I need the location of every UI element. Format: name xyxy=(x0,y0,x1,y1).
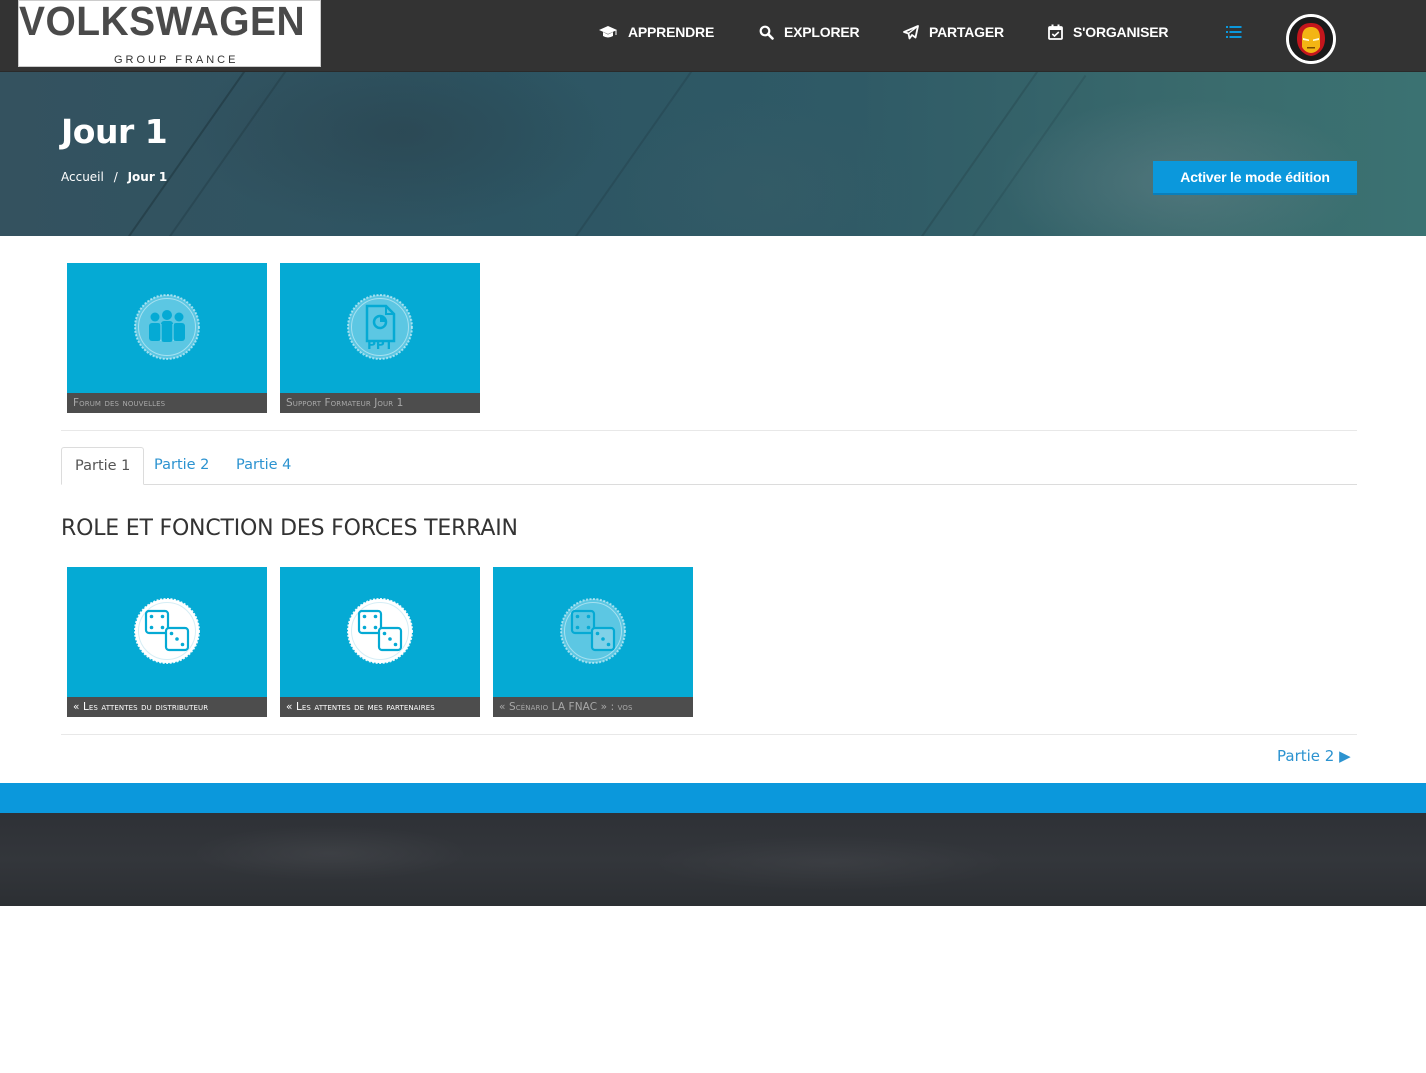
nav-item-partager[interactable]: PARTAGER xyxy=(903,22,1004,42)
page-header-banner: Jour 1 Accueil / Jour 1 Activer le mode … xyxy=(0,72,1426,236)
tab-partie-4[interactable]: Partie 4 xyxy=(223,447,304,485)
tab-partie-2[interactable]: Partie 2 xyxy=(141,447,222,485)
activity-tile-attentes-partenaires[interactable]: « Les attentes de mes partenaires xyxy=(280,567,480,717)
top-navbar: VOLKSWAGEN GROUP FRANCE APPRENDRE EXPLOR… xyxy=(0,0,1426,72)
breadcrumb-home-link[interactable]: Accueil xyxy=(61,170,104,184)
dice-icon xyxy=(347,598,413,664)
list-icon[interactable] xyxy=(1226,25,1242,39)
tile-caption: « Les attentes du distributeur xyxy=(67,697,267,717)
breadcrumb-current: Jour 1 xyxy=(127,170,168,184)
graduation-cap-icon xyxy=(599,26,617,38)
svg-text:PPT: PPT xyxy=(367,338,394,352)
footer xyxy=(0,813,1426,906)
nav-item-sorganiser[interactable]: S'ORGANISER xyxy=(1048,22,1168,42)
brand-logo[interactable]: VOLKSWAGEN GROUP FRANCE xyxy=(18,0,321,67)
page-title: Jour 1 xyxy=(61,112,168,151)
nav-item-explorer[interactable]: EXPLORER xyxy=(759,22,860,42)
banner-background xyxy=(0,72,1426,236)
activity-tile-attentes-distributeur[interactable]: « Les attentes du distributeur xyxy=(67,567,267,717)
search-icon xyxy=(759,25,774,40)
divider xyxy=(61,734,1357,735)
calendar-check-icon xyxy=(1048,24,1063,40)
group-icon xyxy=(134,294,200,360)
activate-edit-mode-button[interactable]: Activer le mode édition xyxy=(1153,161,1357,195)
tile-caption: « Les attentes de mes partenaires xyxy=(280,697,480,717)
avatar[interactable] xyxy=(1286,14,1336,64)
nav-item-label: APPRENDRE xyxy=(628,24,715,40)
breadcrumb: Accueil / Jour 1 xyxy=(61,170,167,184)
next-section-link[interactable]: Partie 2 ▶ xyxy=(1277,747,1351,765)
divider xyxy=(61,430,1357,431)
tile-caption: Support Formateur Jour 1 xyxy=(280,393,480,413)
footer-accent-bar xyxy=(0,783,1426,813)
paper-plane-icon xyxy=(903,24,919,39)
ppt-file-icon: PPT xyxy=(347,294,413,360)
nav-item-label: EXPLORER xyxy=(784,24,860,40)
tab-partie-1[interactable]: Partie 1 xyxy=(61,447,145,485)
activity-tile-support-formateur[interactable]: PPT Support Formateur Jour 1 xyxy=(280,263,480,413)
brand-name: VOLKSWAGEN xyxy=(19,0,306,44)
section-title: ROLE ET FONCTION DES FORCES TERRAIN xyxy=(61,516,518,541)
nav-item-label: PARTAGER xyxy=(929,24,1004,40)
iron-man-avatar-icon xyxy=(1289,17,1333,61)
tile-caption: « Scénario LA FNAC » : vos xyxy=(493,697,693,717)
dice-icon xyxy=(560,598,626,664)
nav-item-apprendre[interactable]: APPRENDRE xyxy=(598,22,714,42)
dice-icon xyxy=(134,598,200,664)
activity-tile-scenario-fnac[interactable]: « Scénario LA FNAC » : vos xyxy=(493,567,693,717)
breadcrumb-separator: / xyxy=(113,170,118,184)
brand-subtitle: GROUP FRANCE xyxy=(114,54,239,66)
tile-caption: Forum des nouvelles xyxy=(67,393,267,413)
nav-item-label: S'ORGANISER xyxy=(1073,24,1169,40)
activity-tile-forum[interactable]: Forum des nouvelles xyxy=(67,263,267,413)
